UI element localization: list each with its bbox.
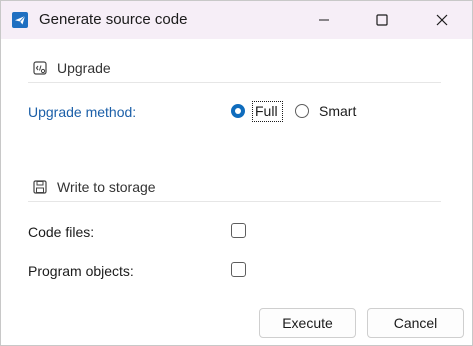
title-bar[interactable]: Generate source code xyxy=(1,1,472,39)
code-settings-icon xyxy=(33,61,47,75)
upgrade-method-label: Upgrade method: xyxy=(28,104,137,120)
window-title: Generate source code xyxy=(39,11,188,28)
program-objects-checkbox[interactable] xyxy=(231,262,246,277)
maximize-icon xyxy=(376,14,388,26)
close-button[interactable] xyxy=(419,1,465,39)
minimize-button[interactable] xyxy=(301,1,347,39)
radio-smart-label[interactable]: Smart xyxy=(319,103,356,119)
maximize-button[interactable] xyxy=(359,1,405,39)
minimize-icon xyxy=(319,19,329,21)
program-objects-label: Program objects: xyxy=(28,263,134,279)
code-files-label: Code files: xyxy=(28,224,95,240)
generate-source-code-dialog: Generate source code Upgrade Upgrade met… xyxy=(0,0,473,346)
cancel-button[interactable]: Cancel xyxy=(367,308,464,338)
radio-full-label[interactable]: Full xyxy=(255,103,278,119)
execute-button[interactable]: Execute xyxy=(259,308,356,338)
radio-full[interactable] xyxy=(231,104,245,118)
send-icon xyxy=(12,12,28,28)
storage-section-title: Write to storage xyxy=(57,179,156,195)
radio-smart[interactable] xyxy=(295,104,309,118)
storage-divider xyxy=(28,201,441,202)
close-icon xyxy=(436,14,448,26)
upgrade-divider xyxy=(28,82,441,83)
upgrade-section-title: Upgrade xyxy=(57,60,111,76)
code-files-checkbox[interactable] xyxy=(231,223,246,238)
save-icon xyxy=(33,180,47,194)
